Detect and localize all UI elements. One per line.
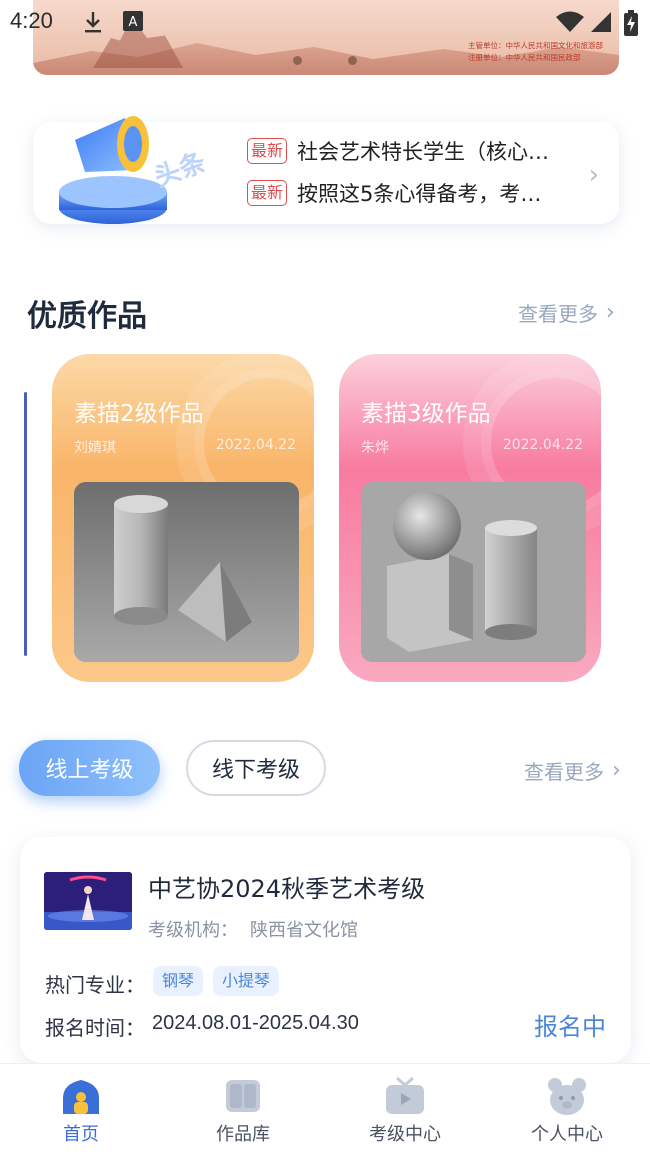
headline-megaphone-icon: 头条 (59, 116, 211, 224)
svg-text:A: A (129, 15, 138, 30)
download-icon (85, 12, 101, 33)
exam-org-label: 考级机构： (148, 920, 238, 941)
exam-status-badge[interactable]: 报名中 (534, 1007, 606, 1042)
book-icon (226, 1080, 260, 1112)
headline-card[interactable]: 头条 最新 社会艺术特长学生（核心素养） 最新 按照这5条心得备考，考级必过 › (33, 116, 619, 224)
tv-play-icon (386, 1076, 424, 1114)
work-title: 素描3级作品 (361, 401, 491, 427)
bottom-nav: 首页 作品库 考级中心 个人中心 (0, 1063, 650, 1154)
nav-label: 首页 (63, 1124, 99, 1145)
nav-label: 考级中心 (369, 1124, 441, 1145)
headline-art-text: 头条 (151, 147, 211, 193)
artwork-image[interactable] (74, 482, 299, 662)
artwork-image[interactable] (361, 482, 586, 662)
previous-card-edge (24, 392, 27, 656)
section-title-quality-works: 优质作品 (27, 299, 147, 334)
chevron-right-icon[interactable]: › (589, 160, 599, 190)
work-author: 刘婧琪 (74, 440, 116, 456)
exam-title: 中艺协2024秋季艺术考级 (148, 875, 426, 903)
nav-item-exam-center[interactable]: 考级中心 (324, 1064, 486, 1154)
wifi-icon (556, 11, 584, 32)
exam-card[interactable]: 中艺协2024秋季艺术考级 考级机构： 陕西省文化馆 热门专业： 钢琴 小提琴 … (20, 837, 631, 1063)
headline-text: 社会艺术特长学生（核心素养） (297, 140, 559, 164)
bear-face-icon (548, 1078, 586, 1115)
headline-item[interactable]: 最新 社会艺术特长学生（核心素养） (247, 136, 559, 166)
new-badge: 最新 (247, 180, 288, 206)
major-chip[interactable]: 钢琴 (153, 966, 204, 996)
nav-item-profile[interactable]: 个人中心 (486, 1064, 648, 1154)
work-author: 朱烨 (361, 440, 389, 456)
new-badge: 最新 (247, 138, 288, 164)
exam-org: 陕西省文化馆 (250, 920, 358, 941)
nav-label: 作品库 (216, 1124, 270, 1145)
more-label: 查看更多 (524, 760, 604, 784)
exam-majors-label: 热门专业： (45, 973, 145, 997)
status-bar: 4:20 A (0, 0, 650, 44)
more-label: 查看更多 (518, 302, 598, 326)
exam-more-link[interactable]: 查看更多 › (524, 756, 621, 785)
chevron-right-icon: › (606, 300, 615, 325)
banner-credit-line2: 注册单位：中华人民共和国民政部 (468, 53, 581, 62)
work-card[interactable]: 素描2级作品 刘婧琪 2022.04.22 (52, 354, 314, 682)
exam-thumbnail (44, 872, 132, 930)
home-icon (63, 1080, 99, 1114)
headline-text: 按照这5条心得备考，考级必过 (297, 182, 560, 206)
headline-item[interactable]: 最新 按照这5条心得备考，考级必过 (247, 178, 559, 208)
nav-item-works[interactable]: 作品库 (162, 1064, 324, 1154)
battery-charging-icon (624, 10, 638, 36)
signal-icon (591, 12, 611, 32)
nav-label: 个人中心 (531, 1124, 603, 1145)
work-date: 2022.04.22 (502, 437, 583, 453)
tab-online-exam[interactable]: 线上考级 (19, 740, 160, 796)
exam-time: 2024.08.01-2025.04.30 (152, 1012, 359, 1034)
pager-dot[interactable] (348, 56, 357, 65)
work-title: 素描2级作品 (74, 401, 204, 427)
nav-item-home[interactable]: 首页 (0, 1064, 162, 1154)
work-card[interactable]: 素描3级作品 朱烨 2022.04.22 (339, 354, 601, 682)
pager-dot[interactable] (293, 56, 302, 65)
tab-offline-exam[interactable]: 线下考级 (186, 740, 326, 796)
status-time: 4:20 (10, 8, 53, 33)
exam-time-label: 报名时间： (45, 1016, 145, 1040)
quality-works-more-link[interactable]: 查看更多 › (518, 298, 615, 327)
major-chip[interactable]: 小提琴 (213, 966, 280, 996)
work-date: 2022.04.22 (215, 437, 296, 453)
keyboard-a-icon: A (123, 11, 143, 31)
chevron-right-icon: › (612, 758, 621, 783)
banner-pager (293, 56, 357, 65)
